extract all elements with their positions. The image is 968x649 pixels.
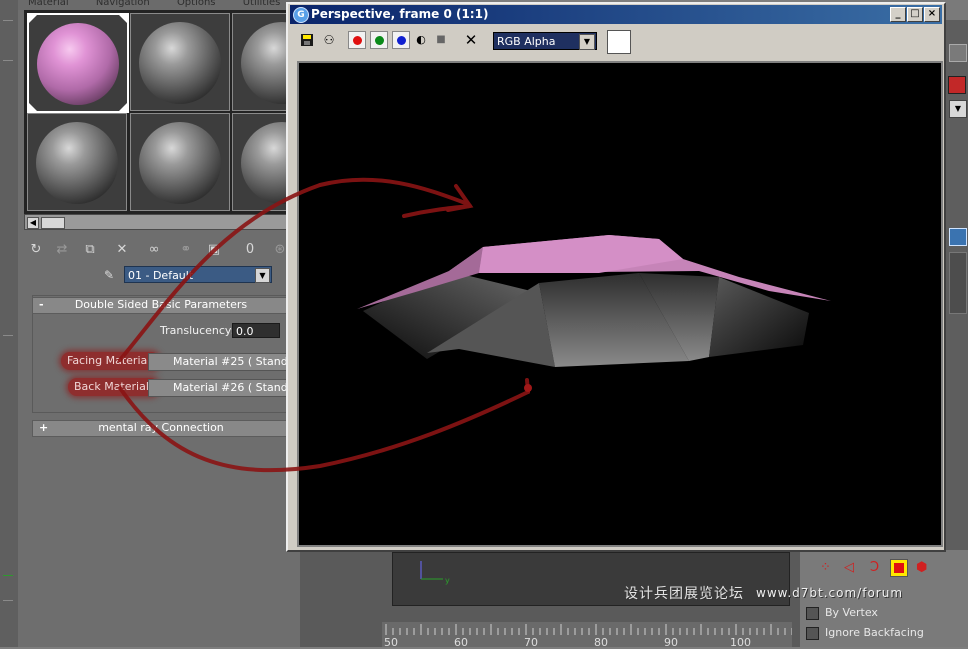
rendered-umbrella-mesh	[357, 235, 831, 367]
get-material-icon[interactable]: ↻	[26, 240, 46, 260]
material-name-value: 01 - Default	[128, 269, 194, 282]
render-frame-window: G Perspective, frame 0 (1:1) _ □ × ⚇ ◐ ■…	[286, 2, 946, 552]
back-material-button[interactable]: Material #26 ( Standard )	[148, 379, 290, 397]
ruler-label: 70	[524, 636, 538, 649]
facing-material-button[interactable]: Material #25 ( Standard )	[148, 353, 290, 371]
translucency-label: Translucency:	[160, 324, 235, 337]
put-to-library-icon[interactable]: ▣	[204, 240, 224, 260]
svg-text:y: y	[445, 576, 450, 585]
save-bitmap-icon[interactable]	[298, 31, 316, 49]
display-channel-select[interactable]: RGB Alpha ▼	[493, 32, 597, 50]
timeline-ruler[interactable]: 50 60 70 80 90 100	[382, 622, 792, 649]
app-logo-icon: G	[293, 7, 309, 23]
alpha-channel-icon[interactable]: ◐	[412, 31, 430, 49]
material-editor-menu-bar: Material Navigation Options Utilities	[18, 0, 300, 10]
close-button[interactable]: ×	[924, 7, 940, 22]
panel-button-blue[interactable]	[949, 228, 967, 246]
green-channel-toggle[interactable]	[370, 31, 388, 49]
menu-utilities[interactable]: Utilities	[243, 0, 281, 8]
sample-sphere	[139, 22, 221, 104]
ruler-label: 50	[384, 636, 398, 649]
copy-material-icon[interactable]: ∞	[144, 240, 164, 260]
render-window-title-bar[interactable]: G Perspective, frame 0 (1:1) _ □ ×	[290, 5, 942, 24]
render-window-title: Perspective, frame 0 (1:1)	[311, 7, 489, 21]
sample-sphere	[139, 122, 221, 204]
panel-slot[interactable]	[949, 252, 967, 314]
ignore-backfacing-checkbox[interactable]	[806, 627, 819, 640]
watermark-url: www.d7bt.com/forum	[756, 586, 904, 600]
left-side-strip	[0, 0, 19, 647]
menu-options[interactable]: Options	[177, 0, 216, 8]
translucency-input[interactable]: 0.0	[232, 323, 280, 338]
watermark-cn: 设计兵团展览论坛	[624, 586, 744, 602]
rollout-title: mental ray Connection	[98, 421, 224, 434]
sample-sphere	[36, 122, 118, 204]
rollout-expand-toggle[interactable]: +	[39, 421, 48, 435]
assign-to-selection-icon[interactable]: ⧉	[80, 240, 100, 260]
axis-gizmo-icon: y	[420, 561, 450, 585]
back-material-label: Back Material:	[68, 378, 159, 396]
monochrome-icon[interactable]: ■	[432, 31, 450, 49]
element-icon[interactable]: ⬢	[916, 560, 927, 575]
rendered-image-viewport	[297, 61, 943, 547]
ruler-ticks	[385, 624, 792, 635]
sample-sphere	[37, 23, 119, 105]
sample-slot-5[interactable]	[130, 113, 230, 211]
chevron-down-icon[interactable]: ▼	[579, 34, 595, 50]
display-channel-value: RGB Alpha	[497, 35, 556, 48]
blue-channel-toggle[interactable]	[392, 31, 410, 49]
material-sample-slots	[24, 10, 332, 214]
command-panel-scroll-column: ▼	[945, 20, 968, 550]
maximize-button[interactable]: □	[907, 7, 923, 22]
sample-slot-2[interactable]	[130, 13, 230, 111]
rollout-title: Double Sided Basic Parameters	[74, 298, 248, 311]
sample-slot-1[interactable]	[27, 13, 129, 113]
polygon-icon[interactable]	[890, 559, 908, 577]
rollout-mental-ray-connection[interactable]: + mental ray Connection	[32, 420, 290, 437]
clone-window-icon[interactable]: ⚇	[320, 31, 338, 49]
render-window-toolbar: ⚇ ◐ ■ ✕ RGB Alpha ▼	[290, 27, 942, 55]
object-color-swatch[interactable]	[948, 76, 966, 94]
pixel-color-swatch[interactable]	[607, 30, 631, 54]
chevron-down-icon[interactable]: ▼	[949, 100, 967, 118]
reset-map-icon[interactable]: ✕	[112, 240, 132, 260]
selection-level-icons: ⁘ ◁ Ↄ ⬢	[818, 558, 938, 582]
by-vertex-checkbox[interactable]	[806, 607, 819, 620]
clear-image-icon[interactable]: ✕	[462, 31, 480, 49]
sample-slots-scrollbar[interactable]: ◀	[24, 214, 296, 230]
vertex-icon[interactable]: ⁘	[820, 560, 831, 575]
ruler-label: 60	[454, 636, 468, 649]
scroll-thumb[interactable]	[41, 217, 65, 229]
material-id-channel-icon[interactable]: 0	[240, 240, 260, 260]
chevron-down-icon[interactable]: ▼	[255, 268, 270, 283]
border-icon[interactable]: Ↄ	[870, 560, 879, 575]
pick-material-eyedropper-icon[interactable]: ✎	[100, 267, 118, 283]
ruler-label: 100	[730, 636, 751, 649]
scroll-left-icon[interactable]: ◀	[27, 217, 39, 229]
menu-material[interactable]: Material	[28, 0, 69, 8]
by-vertex-label: By Vertex	[825, 606, 878, 619]
facing-material-label: Facing Material:	[61, 352, 161, 370]
rollout-collapse-toggle[interactable]: -	[39, 298, 44, 312]
edge-icon[interactable]: ◁	[844, 560, 854, 575]
red-channel-toggle[interactable]	[348, 31, 366, 49]
make-unique-icon[interactable]: ⚭	[176, 240, 196, 260]
put-to-scene-icon[interactable]: ⇄	[52, 240, 72, 260]
ruler-label: 90	[664, 636, 678, 649]
panel-button[interactable]	[949, 44, 967, 62]
rollout-double-sided-basic-parameters[interactable]: - Double Sided Basic Parameters	[32, 297, 290, 314]
material-name-field[interactable]: 01 - Default ▼	[124, 266, 272, 283]
sample-slot-4[interactable]	[27, 113, 127, 211]
ignore-backfacing-label: Ignore Backfacing	[825, 626, 924, 639]
minimize-button[interactable]: _	[890, 7, 906, 22]
menu-navigation[interactable]: Navigation	[96, 0, 150, 8]
ruler-label: 80	[594, 636, 608, 649]
